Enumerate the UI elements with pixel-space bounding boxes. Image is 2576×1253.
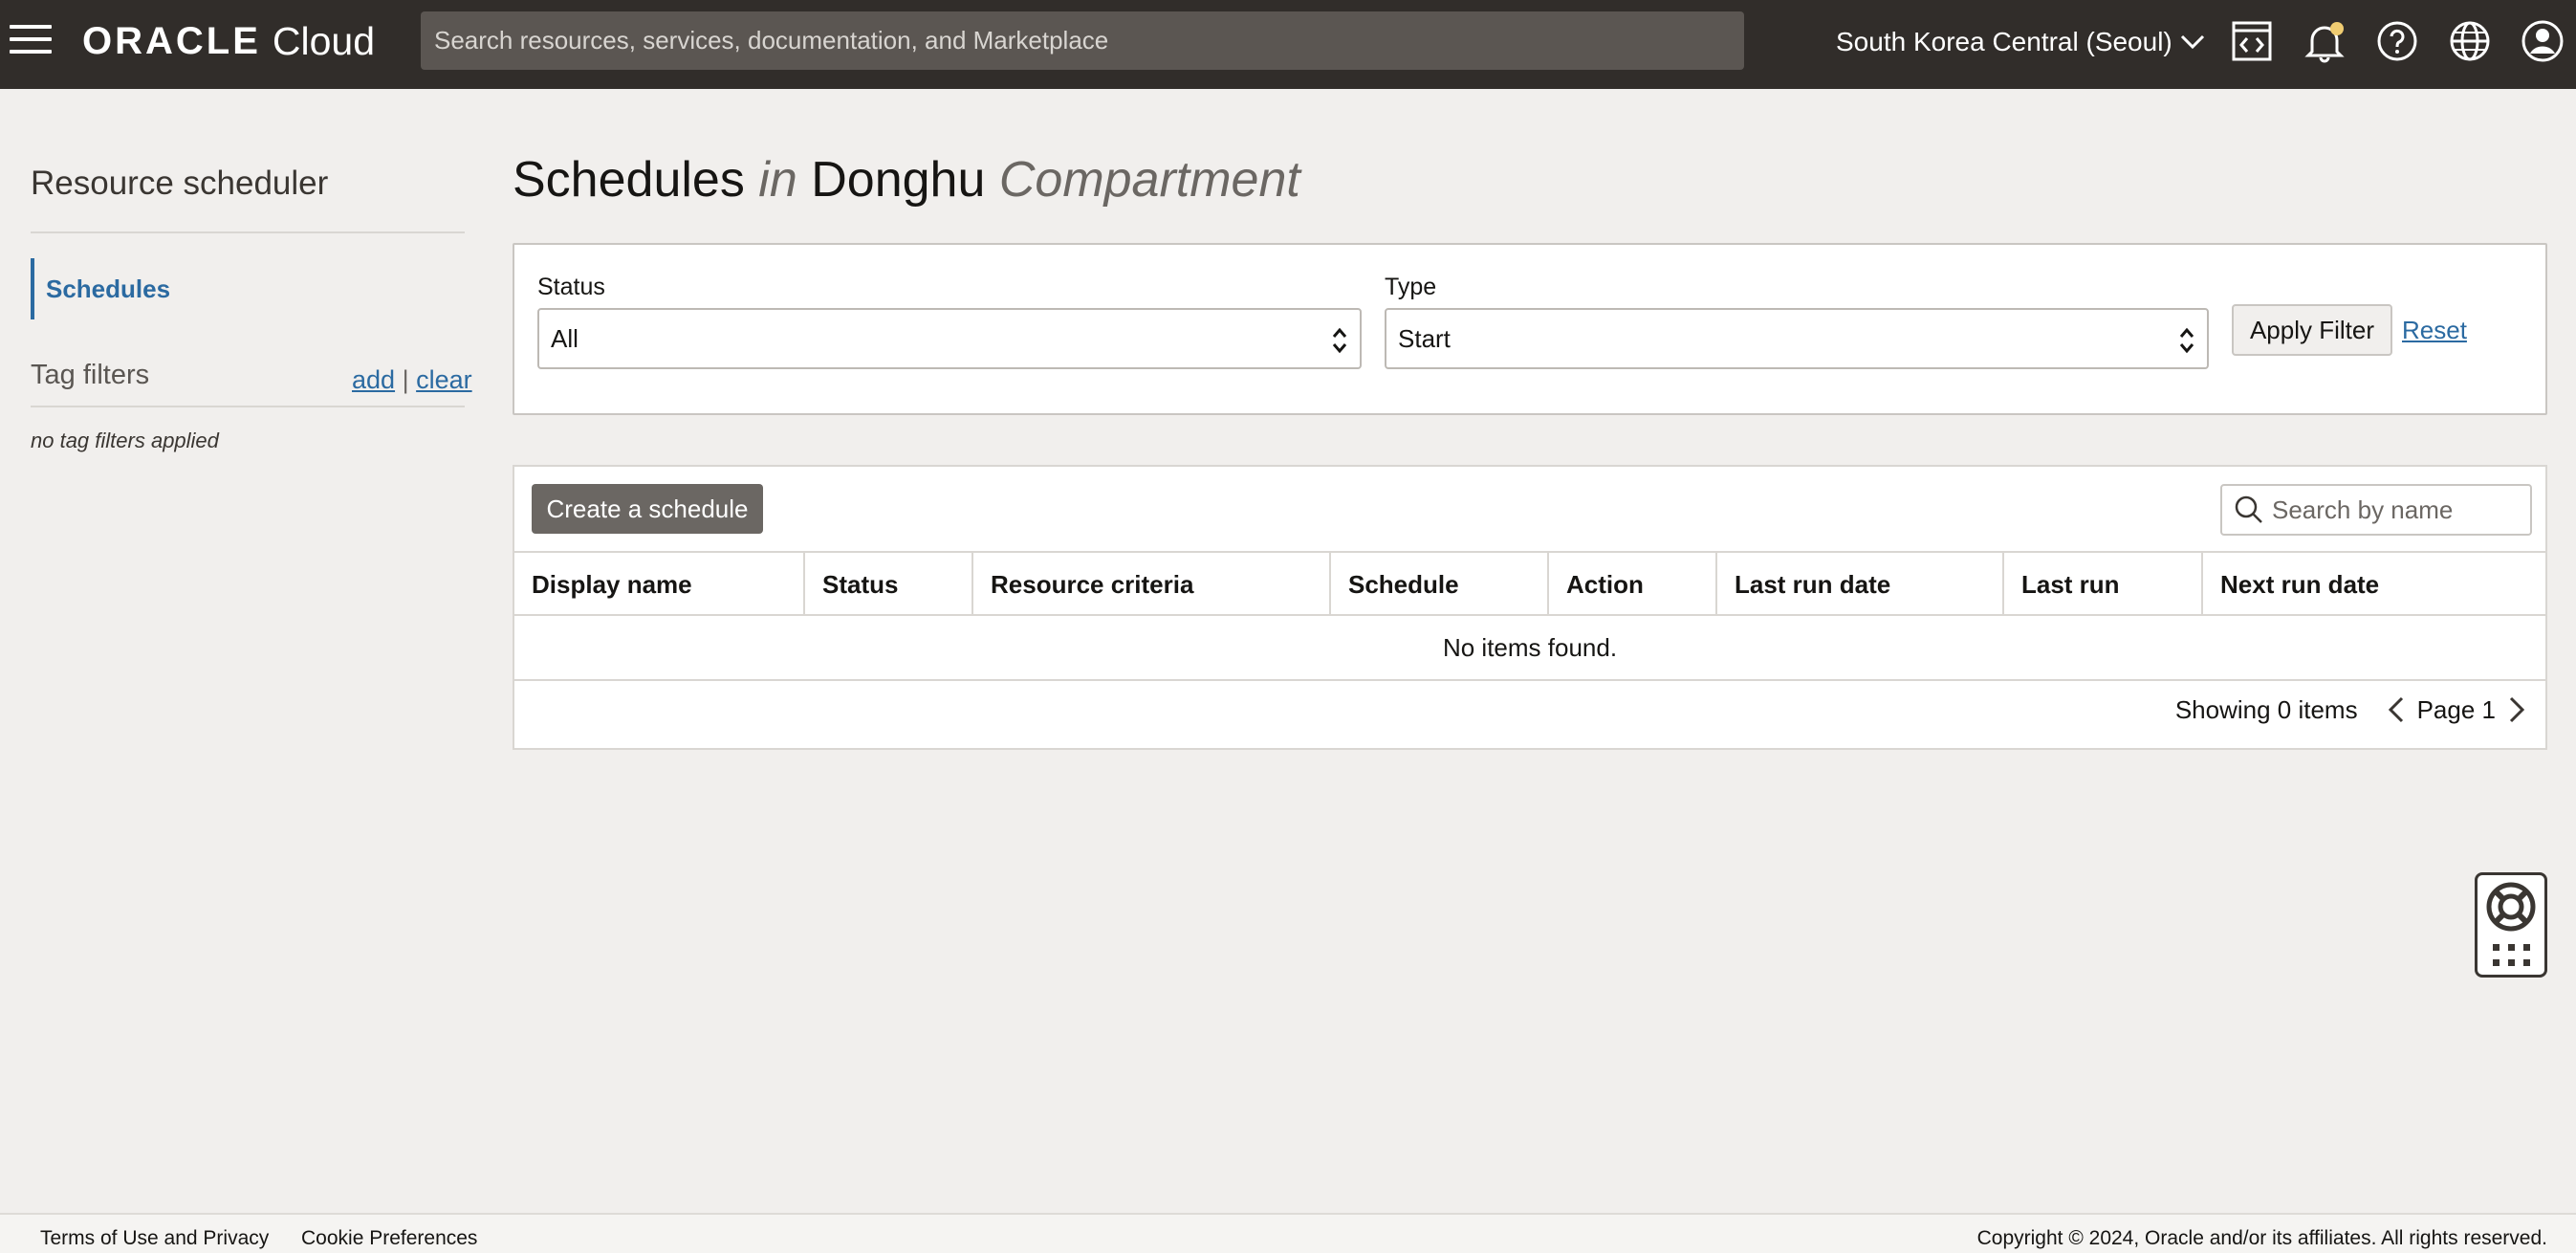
separator: | [402, 365, 409, 394]
column-header[interactable]: Display name [514, 553, 805, 616]
type-filter-value: Start [1398, 323, 1451, 353]
user-profile-icon[interactable] [2521, 19, 2565, 63]
tag-filters-empty-text: no tag filters applied [31, 429, 219, 452]
chevron-left-icon[interactable] [2385, 694, 2408, 725]
sidebar-title: Resource scheduler [31, 165, 329, 202]
column-header[interactable]: Schedule [1331, 553, 1549, 616]
item-count: Showing 0 items [2174, 694, 2358, 724]
terms-link[interactable]: Terms of Use and Privacy [40, 1227, 269, 1250]
search-icon [2235, 495, 2262, 523]
page-number: Page 1 [2416, 694, 2496, 724]
search-by-name-field[interactable] [2220, 484, 2532, 536]
title-resource: Schedules [513, 152, 745, 208]
chevron-right-icon[interactable] [2505, 694, 2528, 725]
column-header[interactable]: Action [1549, 553, 1717, 616]
sidebar-item-label: Schedules [46, 274, 171, 303]
oracle-cloud-logo[interactable]: ORACLE Cloud [82, 17, 375, 65]
language-globe-icon[interactable] [2448, 19, 2492, 63]
help-icon[interactable] [2375, 19, 2419, 63]
create-schedule-button[interactable]: Create a schedule [532, 484, 763, 534]
status-filter-label: Status [537, 274, 605, 300]
copyright-text: Copyright © 2024, Oracle and/or its affi… [1976, 1227, 2547, 1249]
table-empty-message: No items found. [514, 616, 2545, 681]
help-widget[interactable] [2475, 872, 2547, 978]
region-selector[interactable]: South Korea Central (Seoul) [1836, 21, 2205, 63]
pagination: Showing 0 items Page 1 [2175, 694, 2528, 725]
divider [31, 406, 465, 407]
top-navigation-bar: ORACLE Cloud South Korea Central (Seoul) [0, 0, 2576, 89]
page-footer: Terms of Use and Privacy Cookie Preferen… [0, 1213, 2576, 1253]
search-by-name-input[interactable] [2272, 495, 2511, 525]
lifebuoy-icon [2486, 882, 2536, 932]
apply-filter-button[interactable]: Apply Filter [2232, 304, 2392, 356]
sidebar-item-schedules[interactable]: Schedules [31, 258, 465, 319]
column-header[interactable]: Last run [2004, 553, 2203, 616]
add-tag-filter-link[interactable]: add [352, 365, 395, 394]
global-search-input[interactable] [421, 11, 1744, 70]
select-arrows-icon [1332, 327, 1347, 354]
page-title: Schedules in Donghu Compartment [513, 151, 1300, 209]
column-header[interactable]: Resource criteria [973, 553, 1331, 616]
code-editor-icon[interactable] [2230, 19, 2274, 63]
select-arrows-icon [2179, 327, 2194, 354]
notification-bell-icon[interactable] [2303, 19, 2347, 63]
tag-filters-title: Tag filters [31, 360, 150, 390]
title-compartment-name: Donghu [811, 152, 986, 208]
hamburger-menu-icon[interactable] [10, 25, 52, 55]
reset-filter-link[interactable]: Reset [2402, 316, 2467, 345]
filter-panel: Status All Type Start Apply Filter Reset [513, 243, 2547, 415]
title-compartment: Compartment [998, 152, 1300, 208]
column-header[interactable]: Status [805, 553, 973, 616]
type-filter-select[interactable]: Start [1385, 308, 2209, 369]
type-filter-label: Type [1385, 274, 1437, 300]
brand-oracle: ORACLE [82, 19, 261, 62]
tag-filter-actions: add | clear [352, 365, 472, 395]
status-filter-value: All [551, 323, 579, 353]
clear-tag-filter-link[interactable]: clear [416, 365, 472, 394]
table-header: Display name Status Resource criteria Sc… [514, 551, 2545, 616]
apps-grid-icon [2493, 944, 2530, 966]
column-header[interactable]: Last run date [1717, 553, 2004, 616]
schedules-table-panel: Create a schedule Display name Status Re… [513, 465, 2547, 750]
chevron-down-icon [2180, 34, 2204, 50]
title-in: in [758, 152, 797, 208]
status-filter-select[interactable]: All [537, 308, 1362, 369]
divider [31, 231, 465, 233]
region-label: South Korea Central (Seoul) [1836, 27, 2172, 56]
cookie-preferences-link[interactable]: Cookie Preferences [301, 1227, 477, 1250]
column-header[interactable]: Next run date [2203, 553, 2545, 616]
brand-cloud: Cloud [272, 18, 376, 63]
